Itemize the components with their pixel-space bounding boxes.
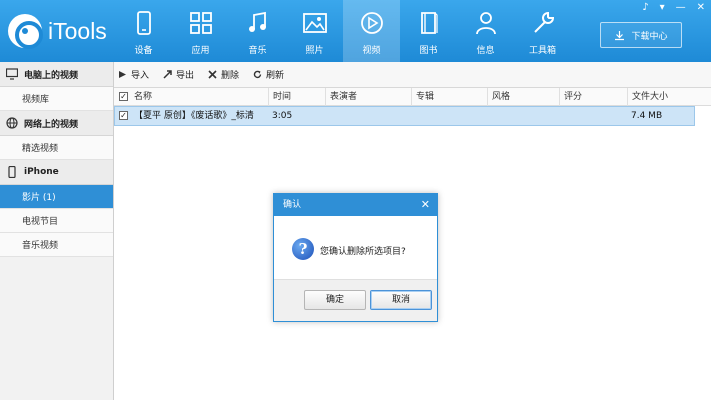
refresh-label: 刷新 [266, 71, 285, 81]
sidebar: 电脑上的视频 视频库 网络上的视频 精选视频 iPhone 影片 (1) 电视节… [0, 62, 114, 400]
window-controls: ♪ ▾ — ✕ [642, 2, 705, 13]
row-artist [325, 107, 411, 125]
select-all-checkbox[interactable]: ✓ [119, 92, 128, 101]
dialog-footer: 确定 取消 [274, 279, 437, 321]
sidebar-section-pc-video[interactable]: 电脑上的视频 [0, 62, 113, 87]
main-nav: 设备 应用 音乐 照片 视频 图书 信息 工具箱 [115, 0, 571, 62]
nav-music-label: 音乐 [248, 46, 267, 56]
refresh-button[interactable]: 刷新 [253, 68, 284, 81]
column-header-rating[interactable]: 评分 [559, 88, 627, 106]
row-size: 7.4 MB [631, 111, 663, 121]
sidebar-section-iphone[interactable]: iPhone [0, 160, 113, 185]
nav-device[interactable]: 设备 [115, 0, 172, 62]
row-album [411, 107, 487, 125]
confirm-ok-button[interactable]: 确定 [304, 290, 366, 310]
dialog-title: 确认 [283, 200, 302, 210]
itools-logo-icon [8, 14, 43, 49]
nav-books-label: 图书 [419, 46, 438, 56]
column-header-time[interactable]: 时间 [268, 88, 325, 106]
phone-icon [136, 11, 151, 35]
row-genre [487, 107, 559, 125]
app-name: iTools [48, 17, 107, 44]
row-name: 【夏平 原创】《废话歌》_标清 [134, 111, 254, 121]
import-label: 导入 [131, 71, 150, 81]
column-header-genre[interactable]: 风格 [487, 88, 559, 106]
delete-button[interactable]: 删除 [208, 68, 239, 81]
nav-photos[interactable]: 照片 [286, 0, 343, 62]
sidebar-section-label: 网络上的视频 [24, 119, 79, 130]
question-icon: ? [292, 238, 314, 260]
nav-video-label: 视频 [362, 46, 381, 56]
export-label: 导出 [176, 71, 195, 81]
dialog-close-icon[interactable]: ✕ [421, 194, 430, 216]
toolbar: 导入 导出 删除 刷新 [114, 62, 711, 88]
monitor-icon [6, 68, 18, 80]
menu-dropdown-icon[interactable]: ▾ [660, 2, 665, 13]
delete-icon [208, 70, 217, 79]
sidebar-section-web-video[interactable]: 网络上的视频 [0, 111, 113, 136]
nav-device-label: 设备 [134, 46, 153, 56]
nav-toolbox[interactable]: 工具箱 [514, 0, 571, 62]
import-icon [119, 71, 126, 78]
close-window-icon[interactable]: ✕ [697, 2, 705, 13]
row-time: 3:05 [272, 111, 293, 121]
dialog-body: ? 您确认删除所选项目? [274, 216, 437, 279]
download-center-label: 下载中心 [631, 31, 668, 42]
nav-info[interactable]: 信息 [457, 0, 514, 62]
wrench-icon [533, 11, 554, 33]
person-icon [475, 12, 496, 35]
iphone-icon [6, 166, 18, 178]
column-header-size[interactable]: 文件大小 [627, 88, 711, 106]
table-row[interactable]: ✓ 【夏平 原创】《废话歌》_标清 3:05 7.4 MB [114, 106, 695, 126]
confirm-dialog: 确认 ✕ ? 您确认删除所选项目? 确定 取消 [273, 193, 438, 322]
music-note-icon [248, 11, 266, 32]
sidebar-section-label: iPhone [24, 167, 59, 177]
nav-books[interactable]: 图书 [400, 0, 457, 62]
app-header: iTools 设备 应用 音乐 照片 视频 图书 信息 工具箱 ♪ ▾ — ✕ … [0, 0, 711, 62]
minimize-icon[interactable]: — [676, 2, 686, 13]
confirm-cancel-button[interactable]: 取消 [370, 290, 432, 310]
download-center-button[interactable]: 下载中心 [600, 22, 682, 48]
globe-icon [6, 117, 18, 129]
column-header-album[interactable]: 专辑 [411, 88, 487, 106]
delete-label: 删除 [221, 71, 240, 81]
play-circle-icon [360, 12, 383, 34]
apps-grid-icon [189, 12, 212, 34]
import-button[interactable]: 导入 [118, 68, 149, 81]
download-icon [615, 30, 625, 40]
nav-music[interactable]: 音乐 [229, 0, 286, 62]
nav-info-label: 信息 [476, 46, 495, 56]
refresh-icon [253, 70, 262, 79]
skin-icon[interactable]: ♪ [642, 2, 648, 13]
row-checkbox[interactable]: ✓ [119, 111, 128, 120]
export-icon [163, 70, 172, 79]
column-header-name[interactable]: 名称 [130, 88, 268, 106]
app-logo: iTools [8, 14, 107, 49]
row-rating [559, 107, 627, 125]
sidebar-section-label: 电脑上的视频 [24, 70, 79, 81]
nav-apps-label: 应用 [191, 46, 210, 56]
sidebar-item-featured-video[interactable]: 精选视频 [0, 136, 113, 160]
sidebar-item-movies[interactable]: 影片 (1) [0, 185, 113, 209]
export-button[interactable]: 导出 [163, 68, 194, 81]
book-icon [420, 12, 438, 34]
nav-toolbox-label: 工具箱 [528, 46, 556, 56]
dialog-titlebar: 确认 ✕ [274, 194, 437, 216]
nav-apps[interactable]: 应用 [172, 0, 229, 62]
table-header: ✓ 名称 时间 表演者 专辑 风格 评分 文件大小 [114, 88, 711, 106]
sidebar-item-video-library[interactable]: 视频库 [0, 87, 113, 111]
nav-video[interactable]: 视频 [343, 0, 400, 62]
sidebar-item-music-videos[interactable]: 音乐视频 [0, 233, 113, 257]
dialog-message: 您确认删除所选项目? [320, 247, 406, 257]
sidebar-item-tv-shows[interactable]: 电视节目 [0, 209, 113, 233]
nav-photos-label: 照片 [305, 46, 324, 56]
column-header-artist[interactable]: 表演者 [325, 88, 411, 106]
photo-icon [302, 13, 327, 33]
